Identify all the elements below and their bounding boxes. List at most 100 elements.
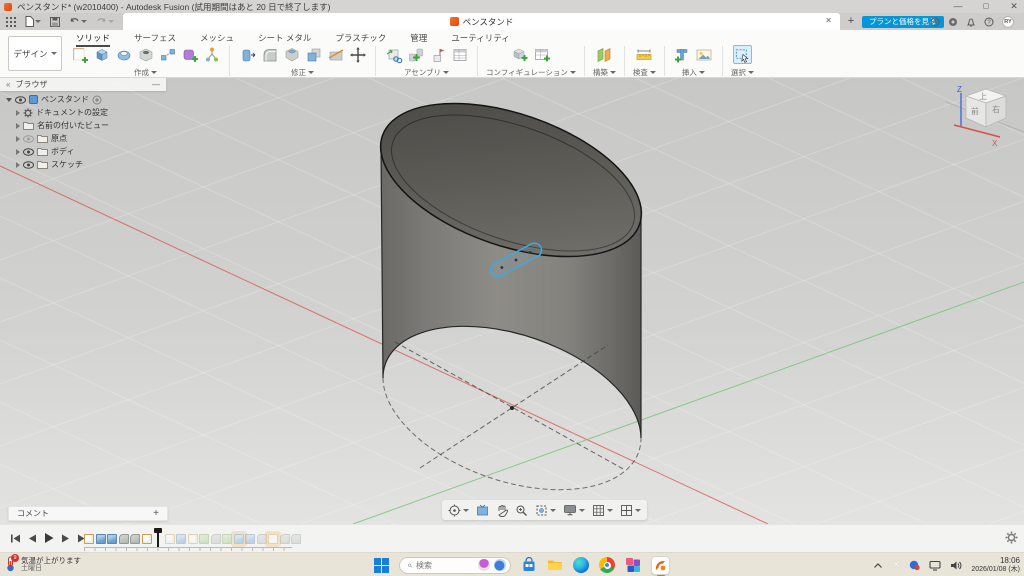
viewports-icon[interactable] xyxy=(620,504,641,517)
timeline-feature-fillet-icon[interactable] xyxy=(257,534,267,544)
browser-header[interactable]: « ブラウザ — xyxy=(0,78,166,91)
construction-plane-icon[interactable] xyxy=(595,45,614,64)
browser-item-named-views[interactable]: 名前の付いたビュー xyxy=(0,119,166,132)
tray-chevron-up-icon[interactable] xyxy=(873,562,883,569)
timeline-feature-fillet-icon[interactable] xyxy=(130,534,140,544)
fusion-taskbar-icon[interactable] xyxy=(651,556,670,575)
weather-widget[interactable]: 9 気温が上がります 土曜日 xyxy=(3,555,81,573)
edge-icon[interactable] xyxy=(573,557,589,573)
joint-origin-icon[interactable] xyxy=(428,45,447,64)
timeline-feature-extrude-icon[interactable] xyxy=(234,534,244,544)
derive-icon[interactable] xyxy=(202,45,221,64)
comments-bar[interactable]: コメント + xyxy=(8,506,168,521)
design-workspace-dropdown[interactable]: デザイン xyxy=(8,36,62,71)
help-icon[interactable]: ? xyxy=(984,17,994,27)
browser-collapse-icon[interactable]: « xyxy=(6,80,10,89)
split-body-icon[interactable] xyxy=(326,45,345,64)
display-settings-icon[interactable] xyxy=(563,504,585,516)
new-component-icon[interactable] xyxy=(384,45,403,64)
browser-item-doc-settings[interactable]: ドキュメントの設定 xyxy=(0,106,166,119)
skip-to-start-icon[interactable] xyxy=(10,533,21,544)
play-icon[interactable] xyxy=(44,532,54,544)
settings-gear-icon[interactable] xyxy=(1005,531,1018,549)
timeline-feature-sketch-icon[interactable] xyxy=(188,534,198,544)
timeline-feature-extrude-icon[interactable] xyxy=(245,534,255,544)
tray-x-app-icon[interactable]: ✕ xyxy=(892,560,900,571)
measure-icon[interactable] xyxy=(635,45,654,64)
configuration-table-icon[interactable] xyxy=(532,45,551,64)
caret-right-icon[interactable] xyxy=(16,162,20,168)
eye-off-icon[interactable] xyxy=(23,135,34,143)
pattern-icon[interactable] xyxy=(158,45,177,64)
combine-icon[interactable] xyxy=(304,45,323,64)
move-copy-icon[interactable] xyxy=(348,45,367,64)
browser-minimize-icon[interactable]: — xyxy=(152,80,160,89)
caret-right-icon[interactable] xyxy=(16,136,20,142)
timeline-feature-fillet-icon[interactable] xyxy=(280,534,290,544)
eye-icon[interactable] xyxy=(23,148,34,156)
tab-close-icon[interactable]: ✕ xyxy=(825,16,832,25)
extrude-icon[interactable] xyxy=(92,45,111,64)
close-button[interactable]: ✕ xyxy=(1008,0,1020,13)
document-tab[interactable]: ペンスタンド ✕ xyxy=(123,13,840,30)
browser-item-bodies[interactable]: ボディ xyxy=(0,145,166,158)
model-viewport[interactable]: « ブラウザ — ペンスタンド ドキュメントの設定 xyxy=(0,78,1024,524)
tray-speaker-icon[interactable] xyxy=(950,560,962,571)
file-menu-icon[interactable] xyxy=(25,16,41,27)
explorer-icon[interactable] xyxy=(547,557,563,573)
activate-radio-icon[interactable] xyxy=(92,95,102,105)
timeline-feature-sketch-icon[interactable] xyxy=(142,534,152,544)
extensions-icon[interactable] xyxy=(948,17,958,27)
timeline-feature-pattern-icon[interactable] xyxy=(199,534,209,544)
job-status-icon[interactable] xyxy=(930,17,940,27)
tray-status-dot-icon[interactable] xyxy=(909,560,920,571)
grid-settings-icon[interactable] xyxy=(592,504,613,517)
timeline-feature-fillet-icon[interactable] xyxy=(119,534,129,544)
browser-item-sketches[interactable]: スケッチ xyxy=(0,158,166,171)
new-tab-button[interactable]: + xyxy=(845,15,857,27)
browser-item-origin[interactable]: 原点 xyxy=(0,132,166,145)
hole-icon[interactable] xyxy=(136,45,155,64)
timeline-feature-sketch-icon[interactable] xyxy=(268,534,278,544)
browser-root-row[interactable]: ペンスタンド xyxy=(0,93,166,106)
create-sketch-icon[interactable] xyxy=(70,45,89,64)
revolve-icon[interactable] xyxy=(114,45,133,64)
timeline-feature-extrude-icon[interactable] xyxy=(176,534,186,544)
select-window-icon[interactable] xyxy=(733,45,752,64)
office-icon[interactable] xyxy=(625,557,641,573)
caret-right-icon[interactable] xyxy=(16,123,20,129)
timeline-playhead[interactable] xyxy=(157,530,159,547)
create-form-icon[interactable] xyxy=(180,45,199,64)
add-comment-button[interactable]: + xyxy=(153,508,159,519)
start-icon[interactable] xyxy=(374,558,389,573)
search-highlight-image-tulip[interactable] xyxy=(478,559,490,571)
look-at-icon[interactable] xyxy=(476,504,489,517)
app-grid-icon[interactable] xyxy=(6,17,16,27)
taskbar-search[interactable] xyxy=(399,557,511,574)
maximize-button[interactable]: ▢ xyxy=(980,0,992,13)
pan-icon[interactable] xyxy=(496,504,508,517)
configuration-icon[interactable] xyxy=(510,45,529,64)
notifications-bell-icon[interactable] xyxy=(966,17,976,27)
step-back-icon[interactable] xyxy=(28,533,37,544)
eye-icon[interactable] xyxy=(15,96,26,104)
shell-icon[interactable] xyxy=(282,45,301,64)
search-highlight-image-shoe[interactable] xyxy=(494,559,506,571)
tray-monitor-icon[interactable] xyxy=(929,560,941,571)
taskbar-clock[interactable]: 18:06 2026/01/08 (木) xyxy=(971,556,1020,574)
orbit-icon[interactable] xyxy=(448,504,469,517)
timeline-feature-sketch-icon[interactable] xyxy=(84,534,94,544)
caret-down-icon[interactable] xyxy=(6,98,12,102)
store-icon[interactable] xyxy=(521,557,537,573)
step-forward-icon[interactable] xyxy=(61,533,70,544)
view-cube[interactable]: Z X 上 前 右 xyxy=(946,80,1024,154)
timeline-feature-sketch-icon[interactable] xyxy=(165,534,175,544)
insert-image-icon[interactable] xyxy=(695,45,714,64)
bom-table-icon[interactable] xyxy=(450,45,469,64)
joint-icon[interactable] xyxy=(406,45,425,64)
undo-icon[interactable] xyxy=(69,17,87,26)
fillet-icon[interactable] xyxy=(260,45,279,64)
caret-right-icon[interactable] xyxy=(16,110,20,116)
timeline-feature-fillet-icon[interactable] xyxy=(211,534,221,544)
fit-icon[interactable] xyxy=(535,504,556,517)
